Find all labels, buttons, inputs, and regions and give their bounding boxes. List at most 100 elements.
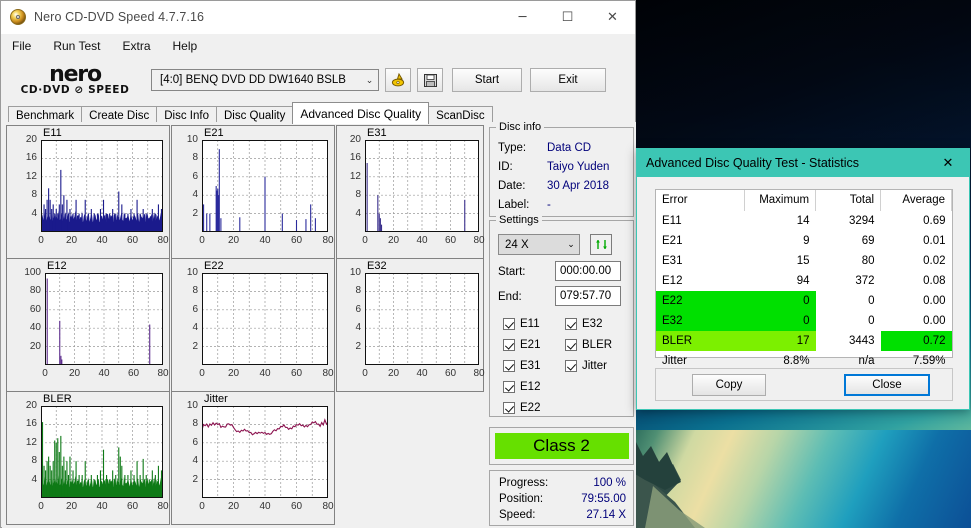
checkbox-label: BLER — [582, 339, 613, 351]
refresh-speed-icon — [595, 240, 607, 249]
table-row[interactable]: E11 14 3294 0.69 — [656, 211, 952, 231]
y-axis-tick: 4 — [192, 189, 198, 201]
cell-total: 372 — [855, 275, 875, 287]
y-axis-tick: 40 — [29, 322, 41, 334]
x-axis-tick: 0 — [38, 235, 44, 246]
floppy-save-icon — [423, 73, 437, 87]
position-value: 79:55.00 — [581, 493, 626, 505]
y-axis-tick: 8 — [31, 189, 37, 201]
y-axis-tick: 4 — [192, 322, 198, 334]
y-axis-tick: 6 — [192, 436, 198, 448]
x-axis-tick: 40 — [96, 235, 108, 246]
menu-item-help[interactable]: Help — [170, 37, 201, 55]
minimize-button[interactable]: ─ — [500, 1, 545, 33]
refresh-speed-button[interactable] — [590, 234, 612, 255]
close-dialog-button[interactable]: Close — [844, 373, 930, 396]
table-row[interactable]: E32 0 0 0.00 — [656, 311, 952, 331]
tool-bar: nero CD·DVD ⊘ SPEED [4:0] BENQ DVD DD DW… — [1, 58, 635, 102]
y-axis-tick: 4 — [31, 473, 37, 485]
y-axis-tick: 6 — [192, 303, 198, 315]
table-header-row: Error Maximum Total Average — [656, 190, 952, 211]
chart-title: BLER — [43, 393, 72, 405]
x-axis-tick: 40 — [259, 501, 271, 512]
cell-error: E12 — [662, 275, 683, 287]
y-axis-tick: 8 — [355, 189, 361, 201]
cell-total: 3294 — [848, 215, 875, 227]
y-axis-tick: 20 — [25, 134, 37, 145]
start-position-label: Start: — [498, 266, 526, 278]
checkbox-label: E21 — [520, 339, 541, 351]
save-results-button[interactable] — [417, 68, 443, 92]
menu-item-extra[interactable]: Extra — [119, 37, 153, 55]
chevron-down-icon[interactable]: ⌄ — [361, 75, 378, 86]
x-axis-tick: 60 — [290, 501, 303, 512]
table-row[interactable]: BLER 17 3443 0.72 — [656, 331, 952, 351]
y-axis-tick: 8 — [192, 285, 198, 297]
start-button[interactable]: Start — [452, 68, 522, 92]
checkbox-e31: E31 — [503, 360, 540, 372]
table-row[interactable]: E12 94 372 0.08 — [656, 271, 952, 291]
checkbox-box[interactable] — [503, 339, 515, 351]
checkbox-box[interactable] — [503, 360, 515, 372]
x-axis-tick: 20 — [387, 235, 400, 246]
checkbox-label: E11 — [520, 318, 540, 330]
cell-average: 0.00 — [923, 295, 946, 307]
checkbox-box[interactable] — [565, 360, 577, 372]
checkbox-e32: E32 — [565, 318, 602, 330]
y-axis-tick: 12 — [25, 170, 37, 182]
x-axis-tick: 40 — [98, 368, 110, 379]
menu-item-run-test[interactable]: Run Test — [50, 37, 103, 55]
disc-info-value-id: Taiyo Yuden — [547, 161, 610, 173]
x-axis-tick: 0 — [199, 235, 205, 246]
checkbox-box[interactable] — [565, 339, 577, 351]
chevron-down-icon[interactable]: ⌄ — [563, 239, 579, 250]
statistics-title-bar[interactable]: Advanced Disc Quality Test - Statistics … — [637, 149, 969, 177]
x-axis-tick: 20 — [68, 368, 81, 379]
cell-maximum: 0 — [744, 311, 816, 331]
checkbox-box[interactable] — [565, 318, 577, 330]
progress-group: Progress: 100 % Position: 79:55.00 Speed… — [489, 470, 634, 526]
window-title: Nero CD-DVD Speed 4.7.7.16 — [34, 10, 205, 24]
checkbox-label: E12 — [520, 381, 541, 393]
checkbox-box[interactable] — [503, 402, 515, 414]
start-position-input[interactable]: 000:00.00 — [555, 261, 621, 281]
x-axis-tick: 0 — [199, 501, 205, 512]
x-axis-tick: 0 — [362, 235, 368, 246]
maximize-button[interactable]: ☐ — [545, 1, 590, 33]
x-axis-tick: 20 — [65, 235, 78, 246]
table-row[interactable]: E31 15 80 0.02 — [656, 251, 952, 271]
cell-error: E32 — [656, 311, 745, 331]
drive-select[interactable]: [4:0] BENQ DVD DD DW1640 BSLB ⌄ — [151, 69, 379, 91]
disc-info-key-id: ID: — [498, 161, 513, 173]
table-row[interactable]: E21 9 69 0.01 — [656, 231, 952, 251]
end-position-input[interactable]: 079:57.70 — [555, 286, 621, 306]
checkbox-box[interactable] — [503, 318, 515, 330]
chart-plot — [202, 140, 328, 232]
drive-select-value: [4:0] BENQ DVD DD DW1640 BSLB — [160, 74, 346, 86]
cell-average: 0.69 — [923, 215, 946, 227]
speed-select[interactable]: 24 X ⌄ — [498, 234, 580, 255]
x-axis-tick: 60 — [444, 235, 457, 246]
disc-info-value-date: 30 Apr 2018 — [547, 180, 610, 192]
y-axis-tick: 16 — [349, 152, 361, 164]
copy-button[interactable]: Copy — [692, 373, 766, 396]
title-bar[interactable]: Nero CD-DVD Speed 4.7.7.16 ─ ☐ ✕ — [1, 1, 635, 34]
checkbox-bler: BLER — [565, 339, 612, 351]
eject-disc-button[interactable] — [385, 68, 411, 92]
y-axis-tick: 20 — [29, 340, 41, 352]
y-axis-tick: 80 — [29, 285, 41, 297]
disc-info-value-label: - — [547, 199, 551, 211]
close-icon[interactable]: ✕ — [927, 149, 969, 177]
nero-disc-icon — [10, 9, 26, 25]
chart-panel-e11: E11 4 8 12 16 20 0 20 40 60 80 — [6, 125, 170, 259]
tab-advanced-disc-quality[interactable]: Advanced Disc Quality — [292, 102, 430, 124]
y-axis-tick: 2 — [192, 340, 198, 352]
window-controls: ─ ☐ ✕ — [500, 1, 635, 33]
exit-button[interactable]: Exit — [530, 68, 606, 92]
table-row[interactable]: E22 0 0 0.00 — [656, 291, 952, 311]
checkbox-box[interactable] — [503, 381, 515, 393]
menu-item-file[interactable]: File — [9, 37, 34, 55]
close-button[interactable]: ✕ — [590, 1, 635, 33]
x-axis-tick: 20 — [227, 501, 240, 512]
y-axis-tick: 2 — [192, 473, 198, 485]
